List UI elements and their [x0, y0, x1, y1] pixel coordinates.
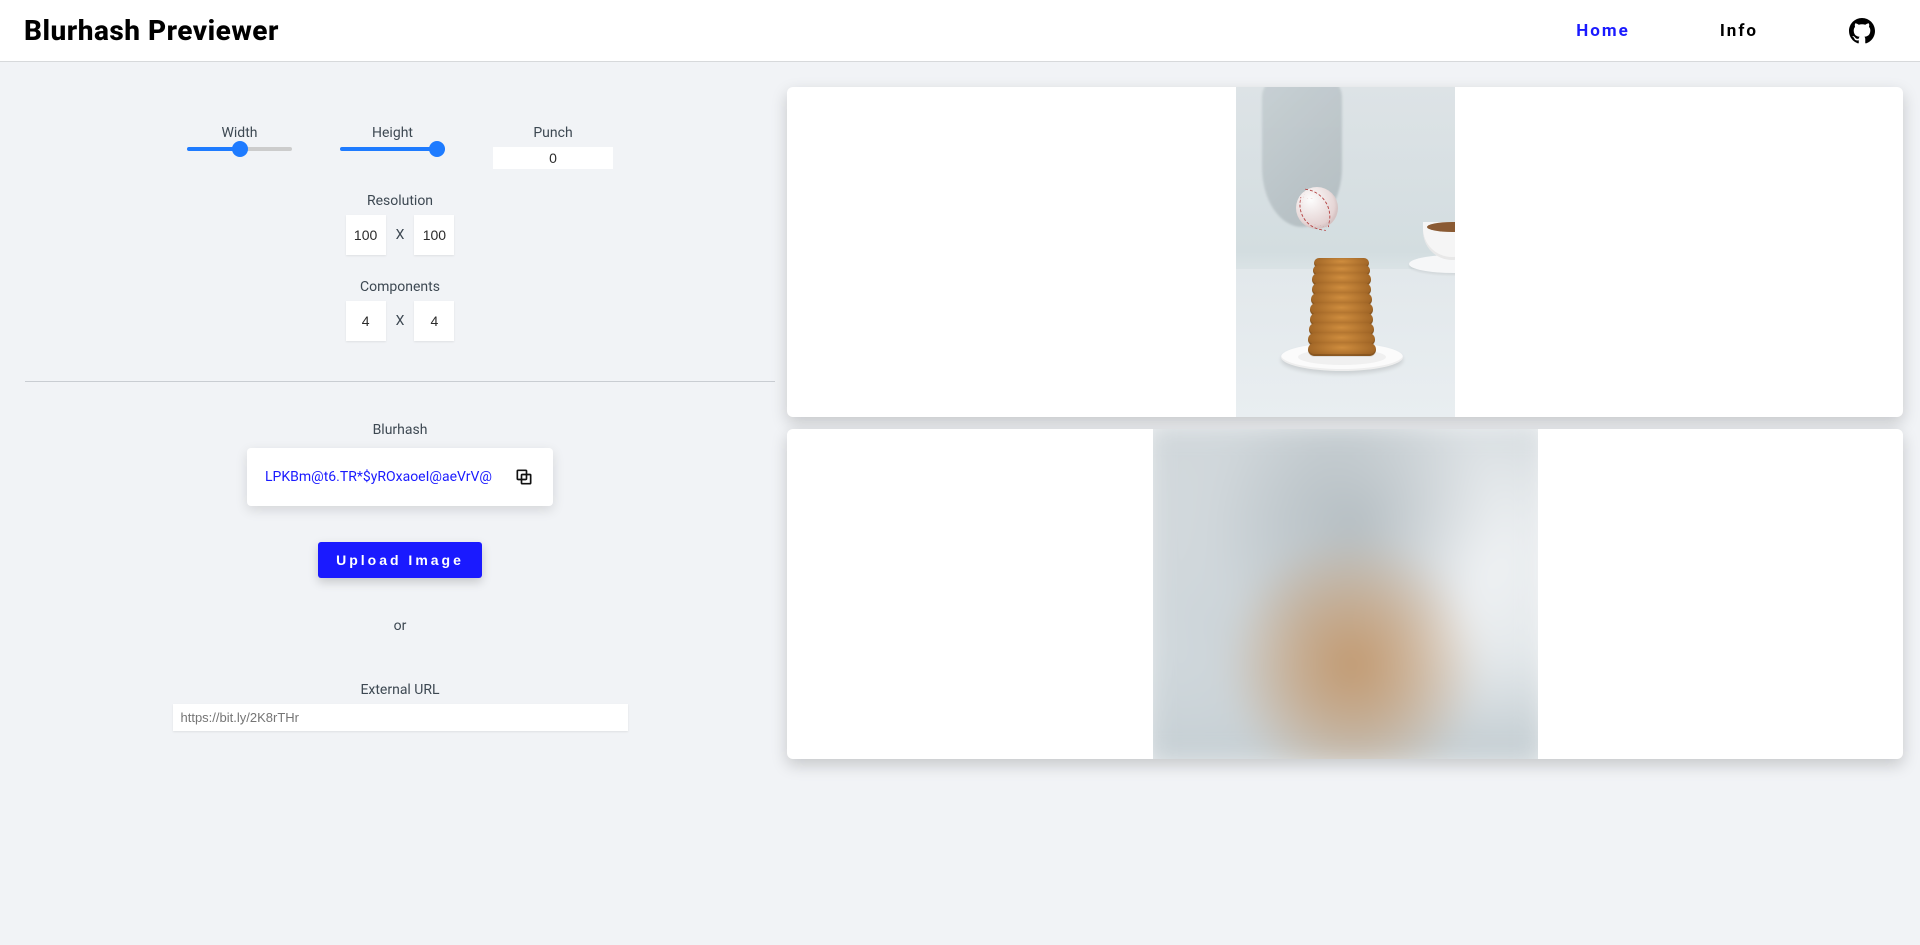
height-label: Height [372, 125, 413, 141]
nav-info[interactable]: Info [1720, 21, 1758, 41]
external-url-section: External URL [173, 682, 628, 731]
resolution-y-input[interactable] [414, 215, 454, 255]
original-image [1236, 87, 1455, 417]
resolution-sep: X [396, 227, 405, 243]
controls-panel: Width Height Punch Resolution X Componen… [15, 87, 785, 759]
external-url-label: External URL [360, 682, 439, 698]
github-icon[interactable] [1848, 17, 1876, 45]
header: Blurhash Previewer Home Info [0, 0, 1920, 62]
or-label: or [394, 618, 407, 634]
resolution-x-input[interactable] [346, 215, 386, 255]
nav-home[interactable]: Home [1576, 21, 1630, 41]
external-url-input[interactable] [173, 704, 628, 731]
components-y-input[interactable] [414, 301, 454, 341]
resolution-section: Resolution X [25, 193, 775, 255]
punch-group: Punch [493, 125, 613, 169]
upload-image-button[interactable]: Upload Image [318, 542, 482, 578]
height-slider[interactable] [340, 147, 445, 151]
page-title: Blurhash Previewer [24, 14, 279, 47]
resolution-label: Resolution [367, 193, 433, 209]
blurhash-label: Blurhash [373, 422, 428, 438]
width-slider-group: Width [187, 125, 292, 169]
punch-input[interactable] [493, 147, 613, 169]
punch-label: Punch [533, 125, 572, 141]
blurhash-value: LPKBm@t6.TR*$yROxaoeI@aeVrV@ [265, 469, 492, 485]
components-sep: X [396, 313, 405, 329]
copy-icon[interactable] [513, 466, 535, 488]
width-label: Width [221, 125, 257, 141]
blurhash-preview [1153, 429, 1538, 759]
original-image-card [787, 87, 1903, 417]
width-slider[interactable] [187, 147, 292, 151]
components-x-input[interactable] [346, 301, 386, 341]
blurhash-preview-card [787, 429, 1903, 759]
height-slider-group: Height [340, 125, 445, 169]
blurhash-card: LPKBm@t6.TR*$yROxaoeI@aeVrV@ [247, 448, 553, 506]
resolution-row: X [346, 215, 455, 255]
components-label: Components [360, 279, 440, 295]
nav: Home Info [1576, 17, 1876, 45]
preview-panel [785, 87, 1905, 759]
main: Width Height Punch Resolution X Componen… [0, 62, 1920, 799]
components-section: Components X [25, 279, 775, 341]
sliders-row: Width Height Punch [25, 125, 775, 169]
blurhash-section: Blurhash LPKBm@t6.TR*$yROxaoeI@aeVrV@ Up… [25, 382, 775, 731]
components-row: X [346, 301, 455, 341]
